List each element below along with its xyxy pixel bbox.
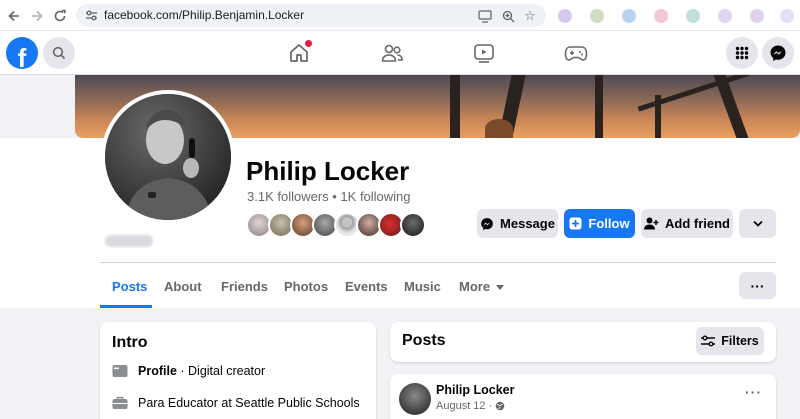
globe-icon (495, 401, 505, 411)
intro-card: Intro Profile · Digital creator Para Edu… (100, 322, 376, 419)
intro-work-text: Para Educator at Seattle Public Schools (138, 396, 360, 410)
tab-photos[interactable]: Photos (284, 279, 328, 294)
tab-more[interactable]: More (459, 279, 505, 294)
follow-label: Follow (588, 216, 630, 231)
profile-options-button[interactable]: ··· (739, 272, 776, 299)
more-actions-button[interactable] (739, 209, 776, 238)
messenger-icon[interactable] (762, 37, 794, 69)
intro-profile-text: · Digital creator (176, 364, 266, 378)
extension-icon[interactable] (686, 9, 700, 23)
active-tab-indicator (100, 305, 152, 308)
install-app-icon[interactable] (477, 8, 493, 24)
forward-icon[interactable] (27, 6, 47, 26)
posts-header-card: Posts Filters (390, 322, 776, 362)
post-author-avatar[interactable] (399, 383, 431, 415)
header-divider (100, 262, 776, 263)
post-date-text[interactable]: August 12 (436, 400, 486, 412)
address-bar[interactable]: facebook.com/Philip.Benjamin.Locker ☆ (76, 4, 546, 27)
filters-button[interactable]: Filters (696, 327, 764, 355)
tab-about[interactable]: About (164, 279, 202, 294)
url-text: facebook.com/Philip.Benjamin.Locker (104, 8, 305, 22)
follow-icon (569, 217, 582, 230)
add-friend-button[interactable]: Add friend (641, 209, 733, 238)
tab-posts[interactable]: Posts (112, 279, 147, 294)
intro-profile-label: Profile (138, 364, 177, 378)
extension-icon[interactable] (654, 9, 668, 23)
friend-avatar[interactable] (400, 212, 426, 238)
post-date: August 12 · (436, 400, 505, 412)
site-settings-icon[interactable] (85, 9, 98, 27)
messenger-icon (481, 217, 493, 230)
tab-more-label: More (459, 279, 491, 294)
extension-icon[interactable] (750, 9, 764, 23)
watch-icon[interactable] (471, 40, 497, 66)
profile-avatar-icon[interactable] (780, 9, 794, 23)
message-button[interactable]: Message (477, 209, 558, 238)
zoom-icon[interactable] (500, 8, 516, 24)
profile-avatar[interactable] (101, 90, 235, 224)
filters-label: Filters (721, 334, 759, 348)
friends-icon[interactable] (379, 40, 405, 66)
bookmark-star-icon[interactable]: ☆ (522, 8, 538, 24)
add-friend-icon (644, 217, 659, 230)
extension-icon[interactable] (622, 9, 636, 23)
tab-events[interactable]: Events (345, 279, 388, 294)
filters-icon (701, 335, 716, 347)
tab-music[interactable]: Music (404, 279, 441, 294)
posts-title: Posts (402, 332, 446, 349)
add-friend-label: Add friend (665, 216, 730, 231)
extension-icon[interactable] (718, 9, 732, 23)
post-card: Philip Locker August 12 · ··· (390, 374, 776, 419)
message-label: Message (500, 216, 555, 231)
post-date-separator: · (488, 400, 493, 412)
facebook-logo-icon[interactable]: f (6, 37, 38, 69)
profile-name: Philip Locker (246, 156, 410, 186)
back-icon[interactable] (4, 6, 24, 26)
browser-toolbar: facebook.com/Philip.Benjamin.Locker ☆ (0, 0, 800, 31)
blurred-status (105, 235, 153, 247)
intro-title: Intro (112, 334, 148, 351)
facebook-navbar: f (0, 31, 800, 75)
gaming-icon[interactable] (563, 40, 589, 66)
home-icon[interactable] (286, 40, 312, 66)
reload-icon[interactable] (50, 6, 70, 26)
post-options-button[interactable]: ··· (745, 384, 762, 400)
notification-dot (305, 40, 312, 47)
extension-icon[interactable] (590, 9, 604, 23)
profile-card-icon (112, 365, 128, 377)
tab-friends[interactable]: Friends (221, 279, 268, 294)
intro-row-work: Para Educator at Seattle Public Schools (112, 394, 360, 412)
briefcase-icon (112, 396, 128, 409)
follow-button[interactable]: Follow (564, 209, 635, 238)
caret-down-icon (496, 285, 505, 291)
grid-menu-icon[interactable] (726, 37, 758, 69)
search-icon[interactable] (43, 37, 75, 69)
follow-stats[interactable]: 3.1K followers • 1K following (247, 189, 411, 204)
extension-icon[interactable] (558, 9, 572, 23)
chevron-down-icon (752, 220, 763, 227)
intro-row-profile: Profile · Digital creator (112, 362, 265, 380)
post-author-name[interactable]: Philip Locker (436, 383, 515, 397)
